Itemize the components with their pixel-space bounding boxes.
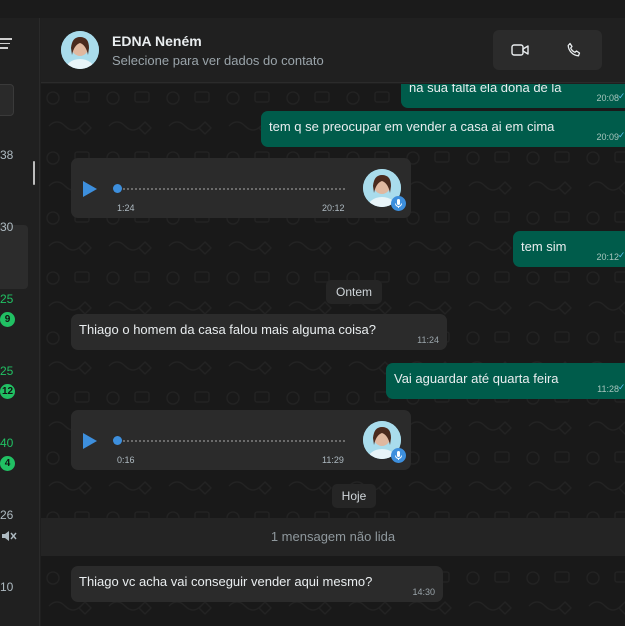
read-receipt-icon: ✓✓ [617, 382, 625, 392]
chat-list-time: 26 [0, 508, 14, 522]
read-receipt-icon: ✓✓ [617, 250, 625, 260]
scrollbar[interactable] [33, 161, 35, 185]
message-time: 20:09 [596, 132, 619, 142]
mute-icon [2, 531, 17, 541]
chat-list-time: 10 [0, 580, 14, 594]
video-call-button[interactable] [493, 30, 547, 70]
unread-count-badge: 4 [0, 456, 15, 471]
chat-list-sidebar: 38 30 25 9 25 12 40 4 26 10 [0, 18, 40, 626]
voice-call-icon [567, 42, 581, 57]
read-receipt-icon: ✓✓ [617, 91, 625, 101]
voice-call-button[interactable] [547, 30, 601, 70]
outgoing-message[interactable]: tem q se preocupar em vender a casa ai e… [261, 111, 625, 147]
audio-seek-handle[interactable] [113, 436, 122, 445]
chat-list-time: 25 [0, 292, 14, 306]
outgoing-message[interactable]: tem sim 20:12 ✓✓ [513, 231, 625, 267]
audio-duration: 1:24 [117, 203, 135, 213]
microphone-icon [391, 448, 406, 463]
outgoing-message[interactable]: Vai aguardar até quarta feira 11:28 ✓✓ [386, 363, 625, 399]
chat-list-item-active[interactable] [0, 225, 28, 289]
audio-seek-handle[interactable] [113, 184, 122, 193]
chat-list-time: 25 [0, 364, 14, 378]
play-icon[interactable] [83, 181, 97, 197]
chat-list-time: 40 [0, 436, 14, 450]
message-text: tem q se preocupar em vender a casa ai e… [269, 119, 555, 134]
message-list[interactable]: na sua falta ela dona de la 20:08 ✓✓ tem… [41, 84, 625, 626]
message-time: 14:30 [412, 587, 435, 597]
date-divider: Hoje [332, 484, 376, 508]
call-buttons [493, 30, 602, 70]
message-text: Vai aguardar até quarta feira [394, 371, 559, 386]
unread-count-badge: 12 [0, 384, 15, 399]
read-receipt-icon: ✓✓ [617, 130, 625, 140]
search-input[interactable] [0, 84, 14, 116]
incoming-message[interactable]: Thiago vc acha vai conseguir vender aqui… [71, 566, 443, 602]
message-text: tem sim [521, 239, 567, 254]
menu-icon[interactable] [0, 38, 14, 52]
play-icon[interactable] [83, 433, 97, 449]
video-call-icon [511, 44, 529, 56]
contact-info-hint: Selecione para ver dados do contato [112, 53, 324, 68]
contact-name: EDNA Neném [112, 33, 202, 49]
outgoing-message[interactable]: na sua falta ela dona de la 20:08 ✓✓ [401, 84, 625, 108]
unread-count-badge: 9 [0, 312, 15, 327]
contact-avatar[interactable] [61, 31, 99, 69]
audio-duration: 0:16 [117, 455, 135, 465]
audio-progress-track[interactable] [123, 188, 345, 190]
message-text: Thiago o homem da casa falou mais alguma… [79, 322, 376, 337]
date-divider: Ontem [326, 280, 382, 304]
unread-messages-divider: 1 mensagem não lida [41, 518, 625, 556]
microphone-icon [391, 196, 406, 211]
message-time: 20:08 [596, 93, 619, 103]
audio-progress-track[interactable] [123, 440, 345, 442]
message-time: 20:12 [596, 252, 619, 262]
message-text: Thiago vc acha vai conseguir vender aqui… [79, 574, 373, 589]
voice-message[interactable]: 0:16 11:29 [71, 410, 411, 470]
incoming-message[interactable]: Thiago o homem da casa falou mais alguma… [71, 314, 447, 350]
conversation-header[interactable]: EDNA Neném Selecione para ver dados do c… [41, 18, 625, 83]
message-time: 11:28 [597, 384, 619, 394]
message-time: 11:29 [322, 455, 344, 465]
voice-message[interactable]: 1:24 20:12 [71, 158, 411, 218]
message-text: na sua falta ela dona de la [409, 84, 562, 95]
message-time: 20:12 [322, 203, 345, 213]
message-time: 11:24 [417, 335, 439, 345]
chat-list-time: 30 [0, 220, 14, 234]
chat-list-time: 38 [0, 148, 14, 162]
window-titlebar [0, 0, 625, 18]
